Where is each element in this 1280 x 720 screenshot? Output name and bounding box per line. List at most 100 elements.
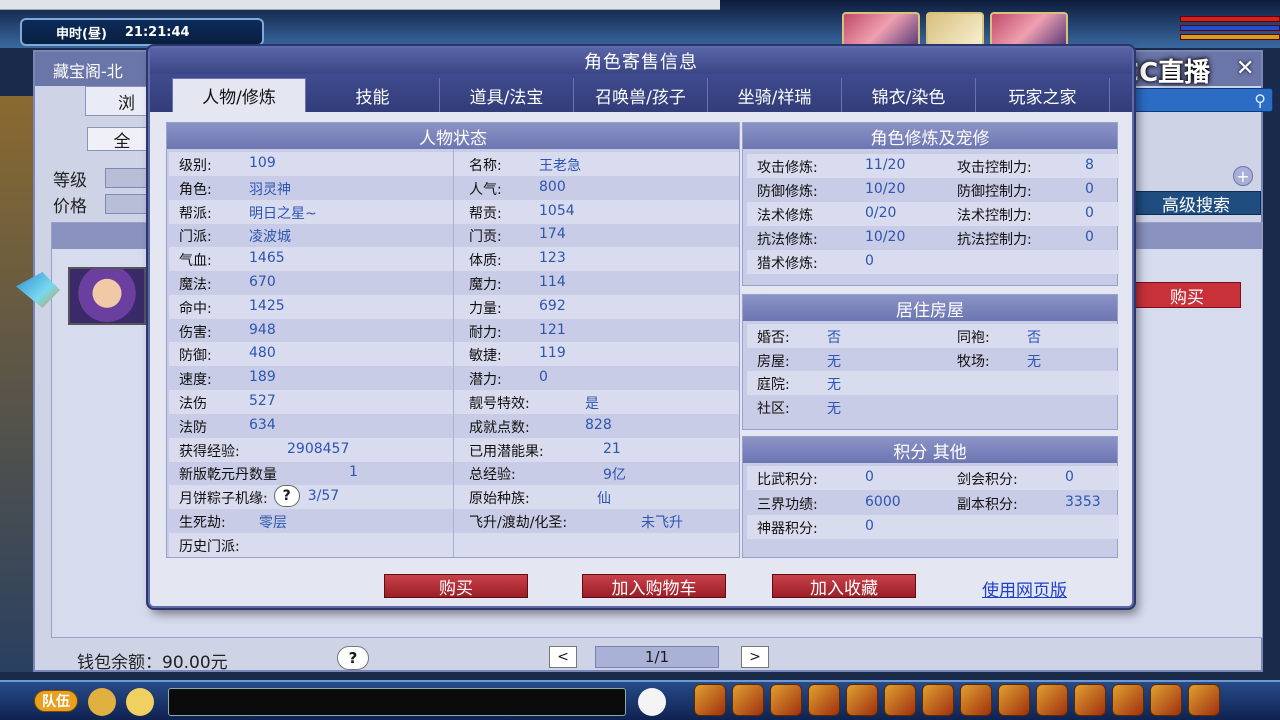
stat-row: 气血: 1465 xyxy=(179,250,285,270)
stat-label: 抗法修炼: xyxy=(757,232,818,248)
next-page-button[interactable]: > xyxy=(741,646,769,668)
system-icon[interactable] xyxy=(1112,684,1144,716)
quest-icon[interactable] xyxy=(922,684,954,716)
guild-icon[interactable] xyxy=(960,684,992,716)
stat-value: 114 xyxy=(539,274,566,290)
help-icon[interactable]: ? xyxy=(273,485,300,508)
prev-page-button[interactable]: < xyxy=(549,646,577,668)
stat-label: 新版乾元丹数量 xyxy=(179,467,277,484)
stat-value: 零层 xyxy=(259,515,287,531)
page-indicator: 1/1 xyxy=(595,646,719,668)
stat-row: 婚否: 否 xyxy=(757,327,841,347)
friend-icon[interactable] xyxy=(998,684,1030,716)
add-icon[interactable]: + xyxy=(1233,166,1253,186)
stat-value: 119 xyxy=(539,345,566,362)
stat-row: 魔法: 670 xyxy=(179,274,276,294)
buy-button[interactable]: 购买 xyxy=(384,574,528,599)
stat-value: 6000 xyxy=(865,493,901,510)
stat-row: 同袍: 否 xyxy=(957,327,1041,347)
chat-input[interactable] xyxy=(168,688,626,716)
menu-icon[interactable] xyxy=(1188,684,1220,716)
price-field[interactable] xyxy=(105,194,151,214)
stat-value: 0/20 xyxy=(865,205,897,221)
search-icon[interactable]: ⚲ xyxy=(1254,91,1266,110)
stat-value: 无 xyxy=(827,400,841,417)
mall-icon[interactable] xyxy=(1074,684,1106,716)
emote-icon[interactable] xyxy=(1150,684,1182,716)
party-avatar[interactable] xyxy=(990,12,1068,48)
voice-icon[interactable] xyxy=(88,688,116,716)
stat-row: 耐力: 121 xyxy=(469,322,566,342)
stat-row: 防御修炼: 10/20 xyxy=(757,181,905,201)
stat-row: 体质: 123 xyxy=(469,250,566,270)
stat-label: 防御修炼: xyxy=(757,184,818,200)
stat-row: 攻击控制力: 8 xyxy=(957,157,1094,177)
close-icon[interactable]: ✕ xyxy=(1236,56,1280,81)
list-buy-button[interactable]: 购买 xyxy=(1133,282,1241,308)
browse-tab[interactable]: 浏 xyxy=(85,86,155,116)
stat-value: 2908457 xyxy=(287,440,350,457)
character-avatar[interactable] xyxy=(68,267,146,325)
stat-label: 同袍: xyxy=(957,330,990,346)
stat-row: 门派: 凌波城 xyxy=(179,226,291,246)
pet-menu-icon[interactable] xyxy=(884,684,916,716)
stat-label: 潜力: xyxy=(469,372,502,389)
advanced-search-button[interactable]: 高级搜索 xyxy=(1131,191,1261,216)
all-filter-button[interactable]: 全 xyxy=(87,127,157,152)
stat-row: 门贡: 174 xyxy=(469,226,566,246)
dialog-title: 角色寄售信息 xyxy=(150,48,1132,74)
clock-period: 申时(昼) xyxy=(56,26,107,42)
stat-row: 房屋: 无 xyxy=(757,351,841,371)
party-avatar[interactable] xyxy=(842,12,920,48)
stat-value: 10/20 xyxy=(865,181,906,197)
stat-label: 速度: xyxy=(179,372,212,389)
chat-bubble-icon[interactable] xyxy=(126,688,154,716)
bag-icon[interactable] xyxy=(732,684,764,716)
tab-items[interactable]: 道具/法宝 xyxy=(440,78,574,112)
role-sale-info-dialog: 角色寄售信息 人物/修炼 技能 道具/法宝 召唤兽/孩子 坐骑/祥瑞 锦衣/染色… xyxy=(148,46,1134,608)
stat-value: 948 xyxy=(249,321,276,338)
stat-label: 门派: xyxy=(179,229,212,246)
stat-value: 109 xyxy=(249,155,276,171)
pet-icon[interactable] xyxy=(638,688,666,716)
tab-mounts[interactable]: 坐骑/祥瑞 xyxy=(708,78,842,112)
stat-row: 防御: 480 xyxy=(179,345,276,365)
stat-row: 庭院: 无 xyxy=(757,374,841,394)
stat-label: 法术修炼 xyxy=(757,208,813,224)
stat-row: 原始种族: 仙 xyxy=(469,488,611,508)
trade-icon[interactable] xyxy=(808,684,840,716)
stat-row: 成就点数: 828 xyxy=(469,417,612,437)
add-to-favorites-button[interactable]: 加入收藏 xyxy=(772,574,916,599)
stat-row: 历史门派: xyxy=(179,536,240,556)
status-bars xyxy=(1180,16,1280,43)
tab-character[interactable]: 人物/修炼 xyxy=(172,78,306,112)
stat-value: 121 xyxy=(539,321,566,338)
stat-value: 174 xyxy=(539,226,566,243)
stat-row: 法防 634 xyxy=(179,417,276,437)
stat-row: 神器积分: 0 xyxy=(757,518,874,538)
browser-tab-strip xyxy=(0,0,720,10)
tab-skills[interactable]: 技能 xyxy=(306,78,440,112)
stat-row: 速度: 189 xyxy=(179,369,276,389)
use-web-version-link[interactable]: 使用网页版 xyxy=(982,576,1067,601)
give-icon[interactable] xyxy=(770,684,802,716)
stat-value: 否 xyxy=(1027,330,1041,346)
stat-label: 气血: xyxy=(179,253,212,270)
help-icon[interactable]: ? xyxy=(337,646,369,670)
stat-row: 抗法修炼: 10/20 xyxy=(757,229,905,249)
stat-label: 剑会积分: xyxy=(957,472,1018,488)
add-to-cart-button[interactable]: 加入购物车 xyxy=(582,574,726,599)
stat-value: 无 xyxy=(827,377,841,393)
attack-icon[interactable] xyxy=(694,684,726,716)
tab-player-home[interactable]: 玩家之家 xyxy=(976,78,1110,112)
tab-outfits[interactable]: 锦衣/染色 xyxy=(842,78,976,112)
column-divider xyxy=(453,149,454,557)
team-icon[interactable] xyxy=(846,684,878,716)
pet-avatar[interactable] xyxy=(926,12,984,48)
tab-summons[interactable]: 召唤兽/孩子 xyxy=(574,78,708,112)
level-field[interactable] xyxy=(105,168,151,188)
team-button[interactable]: 队伍 xyxy=(34,690,78,712)
stat-value: 10/20 xyxy=(865,229,906,245)
stat-value: 仙 xyxy=(597,491,611,508)
skill-icon[interactable] xyxy=(1036,684,1068,716)
